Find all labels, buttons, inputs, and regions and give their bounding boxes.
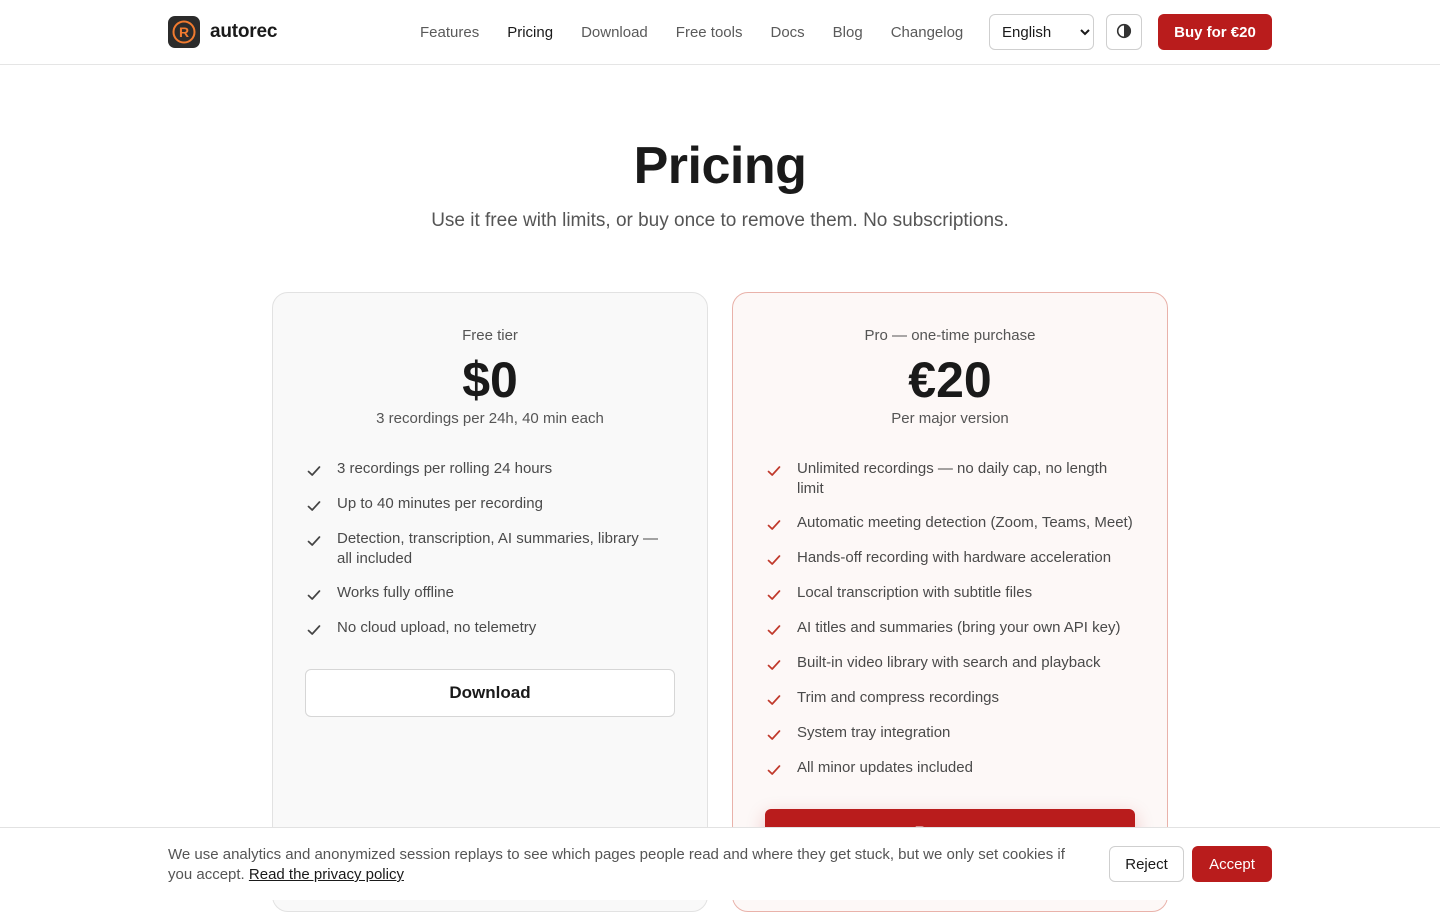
nav-link-docs[interactable]: Docs [770,24,804,41]
check-icon [767,520,781,530]
feature-text: 3 recordings per rolling 24 hours [337,460,553,477]
accept-cookies-button[interactable]: Accept [1192,846,1272,882]
buy-header-button[interactable]: Buy for €20 [1158,14,1272,50]
check-icon [767,730,781,740]
page-subtitle: Use it free with limits, or buy once to … [431,210,1009,231]
nav-link-blog[interactable]: Blog [833,24,863,41]
autorec-logo-icon: R [168,16,200,48]
pro-price: €20 [908,352,992,408]
pro-tier-label: Pro — one-time purchase [864,327,1036,344]
pro-plan-card: Pro — one-time purchase €20 Per major ve… [732,292,1168,912]
feature-text: Built-in video library with search and p… [797,654,1101,671]
feature-text: AI titles and summaries (bring your own … [797,619,1121,636]
check-icon [307,466,321,476]
cookie-message: We use analytics and anonymized session … [168,845,1093,885]
site-header: R autorec Features Pricing Download Free to… [0,0,1440,65]
free-tier-label: Free tier [462,327,518,344]
nav-link-features[interactable]: Features [420,24,479,41]
theme-toggle-button[interactable] [1106,14,1142,50]
page-title: Pricing [633,137,807,195]
feature-item: Unlimited recordings — no daily cap, no … [765,459,1135,499]
feature-text: Detection, transcription, AI summaries, … [337,530,658,567]
feature-text: Local transcription with subtitle files [797,584,1033,601]
feature-text: Trim and compress recordings [797,689,1000,706]
free-price-note: 3 recordings per 24h, 40 min each [376,410,604,427]
check-icon [307,625,321,635]
feature-item: AI titles and summaries (bring your own … [765,618,1135,639]
brand-link[interactable]: R autorec [168,16,277,48]
pro-feature-list: Unlimited recordings — no daily cap, no … [765,459,1135,779]
cookie-banner: We use analytics and anonymized session … [0,827,1440,900]
check-icon [767,466,781,476]
privacy-policy-link[interactable]: Read the privacy policy [249,866,404,883]
check-icon [307,590,321,600]
logo-letter: R [179,24,189,40]
feature-item: Built-in video library with search and p… [765,653,1135,674]
feature-item: Trim and compress recordings [765,688,1135,709]
free-feature-list: 3 recordings per rolling 24 hours Up to 4… [305,459,675,639]
check-icon [307,501,321,511]
feature-text: Automatic meeting detection (Zoom, Teams… [797,514,1133,531]
free-price: $0 [462,352,518,408]
feature-item: Automatic meeting detection (Zoom, Teams… [765,513,1135,534]
feature-item: Hands-off recording with hardware accele… [765,548,1135,569]
feature-text: Up to 40 minutes per recording [337,495,543,512]
contrast-icon [1116,23,1132,42]
pro-price-note: Per major version [891,410,1009,427]
nav-link-changelog[interactable]: Changelog [891,24,964,41]
check-icon [767,765,781,775]
feature-item: All minor updates included [765,758,1135,779]
check-icon [767,590,781,600]
check-icon [307,536,321,546]
brand-name: autorec [210,21,278,42]
feature-item: System tray integration [765,723,1135,744]
nav-link-pricing[interactable]: Pricing [507,24,553,41]
nav-link-download[interactable]: Download [581,24,648,41]
check-icon [767,625,781,635]
language-select[interactable]: English [989,14,1094,50]
feature-item: Works fully offline [305,583,675,604]
feature-item: No cloud upload, no telemetry [305,618,675,639]
download-button[interactable]: Download [305,669,675,717]
nav-link-free-tools[interactable]: Free tools [676,24,743,41]
feature-text: Works fully offline [337,584,454,601]
free-plan-card: Free tier $0 3 recordings per 24h, 40 mi… [272,292,708,912]
feature-text: Hands-off recording with hardware accele… [797,549,1112,566]
feature-item: Up to 40 minutes per recording [305,494,675,515]
feature-item: Detection, transcription, AI summaries, … [305,529,675,569]
check-icon [767,555,781,565]
feature-item: 3 recordings per rolling 24 hours [305,459,675,480]
feature-text: All minor updates included [797,759,973,776]
reject-cookies-button[interactable]: Reject [1109,846,1184,882]
main-nav: Features Pricing Download Free tools Docs Blo… [420,0,991,64]
feature-text: System tray integration [797,724,951,741]
feature-item: Local transcription with subtitle files [765,583,1135,604]
feature-text: Unlimited recordings — no daily cap, no … [797,460,1108,497]
check-icon [767,660,781,670]
check-icon [767,695,781,705]
feature-text: No cloud upload, no telemetry [337,619,537,636]
